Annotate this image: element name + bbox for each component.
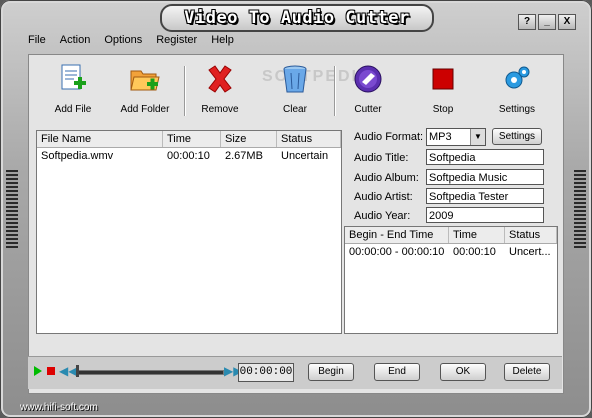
menu-options[interactable]: Options bbox=[104, 34, 142, 48]
seek-thumb[interactable] bbox=[76, 365, 79, 377]
col-seg-time[interactable]: Time bbox=[449, 227, 505, 243]
col-seg-status[interactable]: Status bbox=[505, 227, 557, 243]
cutter-icon bbox=[351, 62, 385, 96]
cell-seg-status: Uncert... bbox=[509, 246, 551, 258]
add-file-button[interactable]: Add File bbox=[38, 62, 108, 115]
right-grille bbox=[574, 170, 586, 250]
cutter-button[interactable]: Cutter bbox=[333, 62, 403, 115]
minimize-button[interactable]: _ bbox=[538, 14, 556, 30]
cell-time: 00:00:10 bbox=[167, 150, 210, 162]
delete-button[interactable]: Delete bbox=[504, 363, 550, 381]
end-button[interactable]: End bbox=[374, 363, 420, 381]
cell-status: Uncertain bbox=[281, 150, 329, 162]
audio-settings-button[interactable]: Settings bbox=[492, 128, 542, 145]
audio-album-label: Audio Album: bbox=[354, 172, 419, 184]
cell-range: 00:00:00 - 00:00:10 bbox=[349, 246, 445, 258]
window-title: Video To Audio Cutter bbox=[184, 8, 410, 28]
cutter-label: Cutter bbox=[354, 104, 382, 115]
col-file-name[interactable]: File Name bbox=[37, 131, 163, 147]
menu-bar: File Action Options Register Help bbox=[28, 34, 234, 48]
audio-year-label: Audio Year: bbox=[354, 210, 411, 222]
cell-size: 2.67MB bbox=[225, 150, 263, 162]
stop-button[interactable]: Stop bbox=[408, 62, 478, 115]
ok-button[interactable]: OK bbox=[440, 363, 486, 381]
play-icon[interactable] bbox=[34, 366, 42, 376]
audio-artist-label: Audio Artist: bbox=[354, 191, 413, 203]
file-list-header: File Name Time Size Status bbox=[37, 131, 341, 148]
seek-slider[interactable] bbox=[76, 370, 224, 375]
website-link[interactable]: www.hifi-soft.com bbox=[20, 402, 98, 413]
cell-seg-time: 00:00:10 bbox=[453, 246, 496, 258]
remove-label: Remove bbox=[201, 104, 239, 115]
stop-small-icon[interactable] bbox=[47, 367, 55, 375]
audio-artist-field[interactable]: Softpedia Tester bbox=[426, 188, 544, 204]
close-button[interactable]: X bbox=[558, 14, 576, 30]
time-display: 00:00:00 bbox=[238, 363, 294, 382]
help-button[interactable]: ? bbox=[518, 14, 536, 30]
segment-list[interactable]: Begin - End Time Time Status 00:00:00 - … bbox=[344, 226, 558, 334]
col-time[interactable]: Time bbox=[163, 131, 221, 147]
chevron-down-icon[interactable]: ▼ bbox=[470, 129, 485, 145]
remove-button[interactable]: Remove bbox=[185, 62, 255, 115]
left-grille bbox=[6, 170, 18, 250]
remove-icon bbox=[203, 62, 237, 96]
add-folder-label: Add Folder bbox=[120, 104, 170, 115]
clear-label: Clear bbox=[283, 104, 307, 115]
clear-icon bbox=[278, 62, 312, 96]
audio-format-label: Audio Format: bbox=[354, 131, 424, 143]
app-window: Video To Audio Cutter ? _ X File Action … bbox=[0, 0, 592, 418]
add-file-label: Add File bbox=[54, 104, 92, 115]
table-row[interactable]: Softpedia.wmv 00:00:10 2.67MB Uncertain bbox=[37, 148, 341, 164]
audio-title-label: Audio Title: bbox=[354, 152, 409, 164]
menu-help[interactable]: Help bbox=[211, 34, 234, 48]
settings-icon bbox=[500, 62, 534, 96]
rewind-icon[interactable]: ◀◀ bbox=[59, 365, 77, 377]
audio-album-field[interactable]: Softpedia Music bbox=[426, 169, 544, 185]
window-controls: ? _ X bbox=[518, 14, 576, 30]
title-bar[interactable]: Video To Audio Cutter bbox=[160, 4, 434, 32]
toolbar: Add File Add Folder Remove Clear Cutter … bbox=[28, 56, 562, 124]
settings-button[interactable]: Settings bbox=[482, 62, 552, 115]
col-begin-end[interactable]: Begin - End Time bbox=[345, 227, 449, 243]
audio-title-field[interactable]: Softpedia bbox=[426, 149, 544, 165]
col-size[interactable]: Size bbox=[221, 131, 277, 147]
begin-button[interactable]: Begin bbox=[308, 363, 354, 381]
add-folder-icon bbox=[128, 62, 162, 96]
cell-file-name: Softpedia.wmv bbox=[41, 150, 114, 162]
menu-register[interactable]: Register bbox=[156, 34, 197, 48]
audio-format-select[interactable]: MP3 ▼ bbox=[426, 128, 486, 146]
clear-button[interactable]: Clear bbox=[260, 62, 330, 115]
audio-format-value: MP3 bbox=[429, 131, 452, 143]
audio-year-field[interactable]: 2009 bbox=[426, 207, 544, 223]
file-list[interactable]: File Name Time Size Status Softpedia.wmv… bbox=[36, 130, 342, 334]
menu-file[interactable]: File bbox=[28, 34, 46, 48]
settings-label: Settings bbox=[498, 104, 536, 115]
menu-action[interactable]: Action bbox=[60, 34, 91, 48]
add-folder-button[interactable]: Add Folder bbox=[110, 62, 180, 115]
segment-list-header: Begin - End Time Time Status bbox=[345, 227, 557, 244]
col-status[interactable]: Status bbox=[277, 131, 341, 147]
stop-label: Stop bbox=[432, 104, 454, 115]
table-row[interactable]: 00:00:00 - 00:00:10 00:00:10 Uncert... bbox=[345, 244, 557, 260]
add-file-icon bbox=[56, 62, 90, 96]
stop-icon bbox=[426, 62, 460, 96]
